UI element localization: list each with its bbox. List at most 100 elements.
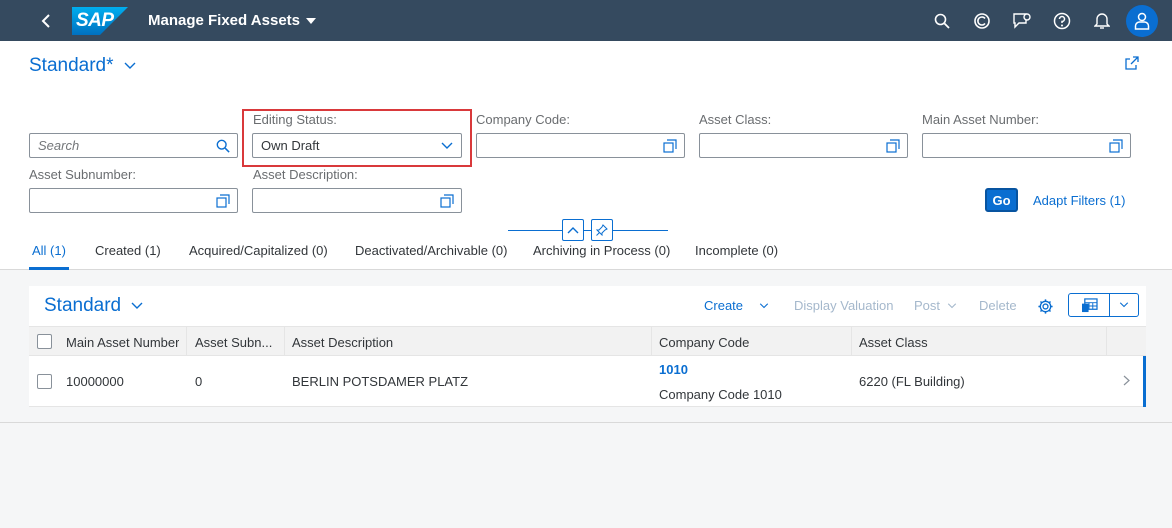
notification-chat-button[interactable] (1002, 0, 1042, 41)
variant-management[interactable]: Standard* (29, 55, 136, 77)
column-header-asset-description[interactable]: Asset Description (292, 335, 393, 350)
back-icon (41, 13, 50, 28)
chevron-down-icon (1119, 302, 1129, 308)
column-header-asset-class[interactable]: Asset Class (859, 335, 928, 350)
table-title: Standard (44, 295, 122, 316)
value-help-icon (440, 194, 454, 208)
search-placeholder: Search (38, 138, 80, 153)
create-button[interactable]: Create (704, 298, 743, 313)
main-asset-number-label: Main Asset Number: (922, 112, 1040, 127)
tab-deactivated-archivable[interactable]: Deactivated/Archivable (0) (355, 243, 507, 258)
cell-asset-class: 6220 (FL Building) (859, 374, 965, 389)
content-area: Standard Create Display Valuation Post D… (0, 270, 1172, 423)
notifications-button[interactable] (1082, 0, 1122, 41)
table-header: Main Asset Number Asset Subn... Asset De… (29, 326, 1146, 356)
user-avatar[interactable] (1126, 4, 1158, 37)
collapse-header-button[interactable] (562, 219, 584, 241)
tab-all[interactable]: All (1) (32, 243, 66, 258)
share-button[interactable] (1124, 55, 1140, 74)
copilot-icon (974, 12, 990, 29)
cell-company-code-link[interactable]: 1010 (659, 362, 688, 377)
post-menu-button[interactable] (944, 298, 960, 314)
table-variant[interactable]: Standard (44, 295, 143, 317)
main-asset-number-input[interactable] (922, 133, 1131, 158)
cell-asset-description: BERLIN POTSDAMER PLATZ (292, 374, 469, 389)
cell-company-code-name: Company Code 1010 (659, 387, 782, 402)
user-icon (1134, 12, 1150, 30)
search-input[interactable]: Search (29, 133, 238, 158)
back-button[interactable] (30, 5, 62, 37)
sap-logo[interactable]: SAP (72, 6, 128, 35)
export-menu-button[interactable] (1110, 294, 1138, 316)
header-divider (508, 230, 668, 231)
app-title: Manage Fixed Assets (148, 12, 300, 29)
column-separator (186, 327, 187, 356)
asset-description-input[interactable] (252, 188, 462, 213)
assets-table: Standard Create Display Valuation Post D… (29, 286, 1146, 407)
chevron-down-icon (947, 303, 957, 309)
row-selection-indicator (1143, 356, 1146, 407)
chevron-down-icon (124, 62, 136, 69)
cell-asset-subnumber: 0 (195, 374, 203, 389)
copilot-button[interactable] (962, 0, 1002, 41)
display-valuation-button[interactable]: Display Valuation (794, 298, 893, 313)
gear-icon (1037, 298, 1053, 314)
chevron-right-icon (1123, 375, 1130, 386)
search-icon (216, 139, 230, 153)
notification-chat-icon (1013, 12, 1031, 29)
tab-created[interactable]: Created (1) (95, 243, 161, 258)
chevron-down-icon (131, 302, 143, 309)
adapt-filters-link[interactable]: Adapt Filters (1) (1033, 193, 1125, 208)
tab-acquired-capitalized[interactable]: Acquired/Capitalized (0) (189, 243, 328, 258)
column-separator (851, 327, 852, 356)
page-header: Standard* Search Editing Status: Own Dra… (0, 41, 1172, 270)
value-help-icon (663, 139, 677, 153)
go-button[interactable]: Go (985, 188, 1018, 212)
column-header-company-code[interactable]: Company Code (659, 335, 749, 350)
value-help-icon (1109, 139, 1123, 153)
help-button[interactable] (1042, 0, 1082, 41)
main-asset-number-value-help[interactable] (1108, 138, 1124, 154)
pin-header-button[interactable] (591, 219, 613, 241)
tab-archiving-in-process[interactable]: Archiving in Process (0) (533, 243, 670, 258)
asset-subnumber-label: Asset Subnumber: (29, 167, 136, 182)
asset-subnumber-value-help[interactable] (215, 193, 231, 209)
company-code-label: Company Code: (476, 112, 570, 127)
export-button[interactable] (1069, 294, 1110, 316)
asset-class-input[interactable] (699, 133, 908, 158)
column-header-asset-subnumber[interactable]: Asset Subn... (195, 335, 279, 350)
delete-button[interactable]: Delete (979, 298, 1017, 313)
table-settings-button[interactable] (1035, 296, 1055, 316)
tab-incomplete[interactable]: Incomplete (0) (695, 243, 778, 258)
highlight-box (242, 109, 472, 167)
select-all-checkbox[interactable] (37, 334, 52, 349)
bell-icon (1094, 12, 1110, 29)
asset-class-label: Asset Class: (699, 112, 772, 127)
help-icon (1053, 12, 1071, 29)
asset-description-value-help[interactable] (439, 193, 455, 209)
caret-down-icon (306, 17, 316, 24)
export-split-button (1068, 293, 1139, 317)
share-icon (1125, 56, 1139, 70)
company-code-input[interactable] (476, 133, 685, 158)
post-button[interactable]: Post (914, 298, 940, 313)
search-button[interactable] (922, 0, 962, 41)
row-navigation-chevron[interactable] (1123, 374, 1130, 389)
asset-class-value-help[interactable] (885, 138, 901, 154)
variant-title: Standard* (29, 55, 114, 76)
table-row[interactable]: 10000000 0 BERLIN POTSDAMER PLATZ 1010 C… (29, 356, 1146, 407)
shell-bar: SAP Manage Fixed Assets (0, 0, 1172, 41)
asset-description-label: Asset Description: (253, 167, 358, 182)
value-help-icon (886, 139, 900, 153)
app-title-menu[interactable]: Manage Fixed Assets (148, 12, 316, 29)
search-icon-button[interactable] (215, 138, 231, 154)
chevron-down-icon (759, 303, 769, 309)
sap-logo-text: SAP (76, 9, 114, 31)
column-header-main-asset-number[interactable]: Main Asset Number (66, 335, 179, 350)
company-code-value-help[interactable] (662, 138, 678, 154)
search-icon (934, 13, 950, 29)
create-menu-button[interactable] (756, 298, 772, 314)
asset-subnumber-input[interactable] (29, 188, 238, 213)
spreadsheet-icon (1081, 297, 1098, 312)
row-checkbox[interactable] (37, 374, 52, 389)
